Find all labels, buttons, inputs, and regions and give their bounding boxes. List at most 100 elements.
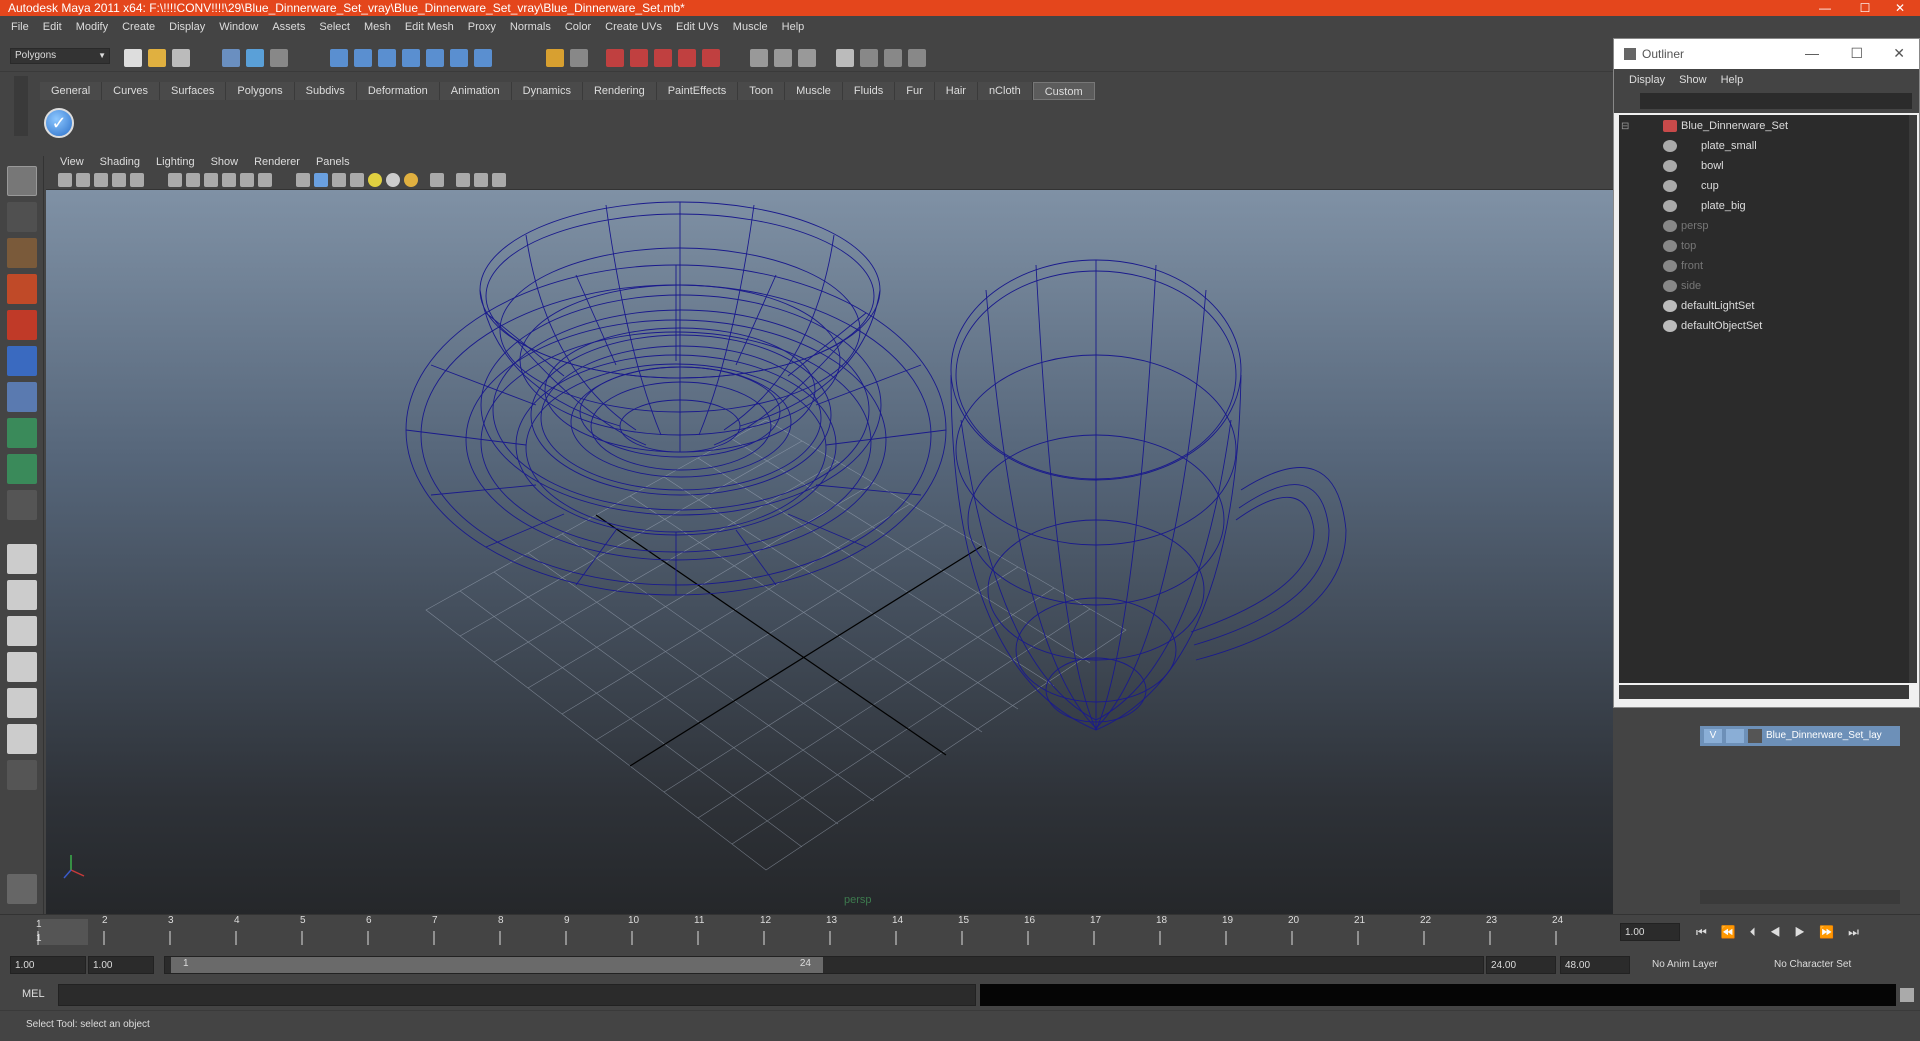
shelf-tab-toon[interactable]: Toon: [738, 82, 786, 100]
menu-window[interactable]: Window: [212, 21, 265, 33]
menu-file[interactable]: File: [4, 21, 36, 33]
animation-start-field[interactable]: 1.00: [10, 956, 86, 974]
last-tool-icon[interactable]: [7, 490, 37, 520]
range-slider-handle[interactable]: 1 24: [171, 957, 823, 973]
outliner-horizontal-scrollbar[interactable]: [1619, 685, 1909, 699]
shelf-tab-ncloth[interactable]: nCloth: [977, 82, 1033, 100]
layer-visibility-toggle[interactable]: V: [1704, 729, 1722, 743]
shelf-tab-custom[interactable]: Custom: [1032, 82, 1095, 100]
xray-icon[interactable]: [456, 173, 470, 187]
outliner-item[interactable]: front: [1619, 257, 1909, 275]
snap-curve-icon[interactable]: [354, 49, 372, 67]
shelf-menu-handle[interactable]: [14, 76, 28, 136]
shelf-tab-dynamics[interactable]: Dynamics: [511, 82, 583, 100]
render-settings-icon[interactable]: [654, 49, 672, 67]
playback-end-field[interactable]: 24.00: [1486, 956, 1556, 974]
go-to-end-icon[interactable]: ⏭: [1848, 925, 1873, 939]
collapse-icon[interactable]: ⊟: [1621, 118, 1629, 136]
outliner-item[interactable]: cup: [1619, 177, 1909, 195]
outliner-vertical-scrollbar[interactable]: [1909, 115, 1917, 683]
shadows-icon[interactable]: [386, 173, 400, 187]
outliner-item[interactable]: persp: [1619, 217, 1909, 235]
snap-grid-icon[interactable]: [330, 49, 348, 67]
help-icon[interactable]: [474, 49, 492, 67]
outliner-menu-help[interactable]: Help: [1714, 74, 1751, 86]
ipr-render-icon[interactable]: [630, 49, 648, 67]
checkmark-icon[interactable]: ✓: [44, 108, 74, 138]
hypershade-persp-layout-icon[interactable]: [7, 688, 37, 718]
shelf-tab-animation[interactable]: Animation: [439, 82, 512, 100]
paint-select-tool-icon[interactable]: [7, 238, 37, 268]
select-by-hierarchy-icon[interactable]: [222, 49, 240, 67]
shelf-tab-curves[interactable]: Curves: [102, 82, 160, 100]
layer-color-swatch[interactable]: [1748, 729, 1762, 743]
film-gate-icon[interactable]: [168, 173, 182, 187]
command-input[interactable]: [58, 984, 976, 1006]
textured-icon[interactable]: [350, 173, 364, 187]
anim-layer-select[interactable]: No Anim Layer: [1648, 956, 1756, 974]
render-view-icon[interactable]: [606, 49, 624, 67]
save-scene-icon[interactable]: [172, 49, 190, 67]
new-scene-icon[interactable]: [124, 49, 142, 67]
current-frame-field[interactable]: 1.00: [1620, 923, 1680, 941]
smooth-shade-icon[interactable]: [314, 173, 328, 187]
tool-settings-icon[interactable]: [798, 49, 816, 67]
animation-end-field[interactable]: 48.00: [1560, 956, 1630, 974]
shelf-tab-fur[interactable]: Fur: [895, 82, 935, 100]
step-back-key-icon[interactable]: ⏪: [1721, 925, 1750, 939]
menu-edit-mesh[interactable]: Edit Mesh: [398, 21, 461, 33]
go-to-start-icon[interactable]: ⏮: [1696, 925, 1721, 939]
layer-scrollbar[interactable]: [1700, 890, 1900, 904]
viewport-menu-renderer[interactable]: Renderer: [246, 156, 308, 168]
layout-options-icon[interactable]: [7, 760, 37, 790]
menu-create-uvs[interactable]: Create UVs: [598, 21, 669, 33]
menu-modify[interactable]: Modify: [69, 21, 115, 33]
viewport-menu-view[interactable]: View: [52, 156, 92, 168]
menu-display[interactable]: Display: [162, 21, 212, 33]
outliner-minimize-icon[interactable]: —: [1805, 45, 1819, 61]
menu-color[interactable]: Color: [558, 21, 598, 33]
layout-four-icon[interactable]: [908, 49, 926, 67]
wireframe-on-shaded-icon[interactable]: [332, 173, 346, 187]
maximize-button[interactable]: ☐: [1850, 0, 1880, 16]
menu-edit-uvs[interactable]: Edit UVs: [669, 21, 726, 33]
viewport-menu-show[interactable]: Show: [203, 156, 247, 168]
xray-components-icon[interactable]: [492, 173, 506, 187]
shelf-tab-surfaces[interactable]: Surfaces: [159, 82, 227, 100]
open-scene-icon[interactable]: [148, 49, 166, 67]
hardware-lights-icon[interactable]: [404, 173, 418, 187]
playback-start-field[interactable]: 1.00: [88, 956, 154, 974]
outliner-item[interactable]: top: [1619, 237, 1909, 255]
shelf-tab-general[interactable]: General: [40, 82, 103, 100]
select-by-component-icon[interactable]: [270, 49, 288, 67]
four-view-layout-icon[interactable]: [7, 580, 37, 610]
lasso-tool-icon[interactable]: [7, 202, 37, 232]
safe-action-icon[interactable]: [240, 173, 254, 187]
menu-edit[interactable]: Edit: [36, 21, 69, 33]
scale-tool-icon[interactable]: [7, 346, 37, 376]
layout-three-icon[interactable]: [884, 49, 902, 67]
snap-point-icon[interactable]: [378, 49, 396, 67]
menu-assets[interactable]: Assets: [265, 21, 312, 33]
outliner-item[interactable]: defaultObjectSet: [1619, 317, 1909, 335]
isolate-select-icon[interactable]: [430, 173, 444, 187]
render-current-icon[interactable]: [570, 49, 588, 67]
shelf-tab-deformation[interactable]: Deformation: [356, 82, 440, 100]
rotate-tool-icon[interactable]: [7, 310, 37, 340]
lock-icon[interactable]: [546, 49, 564, 67]
outliner-menu-display[interactable]: Display: [1622, 74, 1672, 86]
viewport-menu-shading[interactable]: Shading: [92, 156, 148, 168]
shelf-tab-hair[interactable]: Hair: [934, 82, 978, 100]
outliner-menu-show[interactable]: Show: [1672, 74, 1714, 86]
safe-title-icon[interactable]: [258, 173, 272, 187]
command-language-label[interactable]: MEL: [22, 988, 45, 1000]
outliner-item[interactable]: ⊟ Blue_Dinnerware_Set: [1619, 117, 1909, 135]
camera-attributes-icon[interactable]: [76, 173, 90, 187]
range-slider[interactable]: 1 24: [164, 956, 1484, 974]
outliner-item[interactable]: plate_big: [1619, 197, 1909, 215]
perspective-viewport[interactable]: View Shading Lighting Show Renderer Pane…: [46, 154, 1613, 914]
play-forward-icon[interactable]: ▶: [1795, 925, 1820, 939]
display-layer-row[interactable]: V Blue_Dinnerware_Set_lay: [1700, 726, 1900, 746]
layout-icon[interactable]: [836, 49, 854, 67]
history-icon[interactable]: [450, 49, 468, 67]
